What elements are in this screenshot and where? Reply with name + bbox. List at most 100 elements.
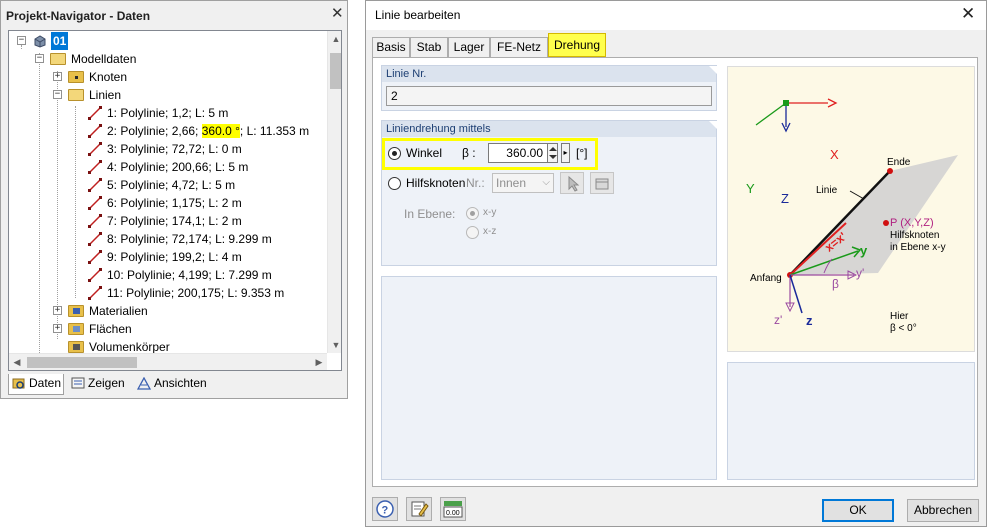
tab-stab[interactable]: Stab — [410, 37, 448, 57]
rotation-diagram: X Y Z Ende Linie P (X,Y,Z) Hilfsknoten i… — [727, 66, 975, 352]
project-navigator-panel: Projekt-Navigator - Daten ✕ − 01 − Model… — [0, 0, 348, 399]
spin-up-icon[interactable] — [549, 147, 557, 151]
units-button[interactable]: 0.00 — [440, 497, 466, 521]
nr-label: Nr.: — [466, 176, 485, 190]
line-number-field[interactable]: 2 — [386, 86, 712, 106]
polyline-icon — [88, 268, 102, 282]
pick-node-button[interactable] — [560, 172, 584, 194]
polyline-icon — [88, 250, 102, 264]
beta-pick-button[interactable]: ▸ — [561, 143, 570, 163]
folder-icon — [68, 341, 84, 353]
tab-drehung[interactable]: Drehung — [548, 33, 606, 57]
info-panel — [727, 362, 975, 480]
tree-horizontal-scrollbar[interactable]: ◀ ▶ — [9, 353, 327, 370]
beta-angle-label: β — [832, 277, 839, 291]
beta-input[interactable]: 360.00 — [488, 143, 548, 163]
winkel-label: Winkel — [406, 146, 443, 160]
scroll-down-icon[interactable]: ▼ — [328, 337, 341, 353]
decimal-icon: 0.00 — [443, 501, 463, 518]
rotation-diagram-svg — [755, 98, 958, 314]
tree-label: Flächen — [89, 322, 132, 336]
cursor-icon — [568, 175, 580, 192]
tab-fe-netz[interactable]: FE-Netz — [490, 37, 548, 57]
tree-vertical-scrollbar[interactable]: ▲ ▼ — [327, 31, 341, 353]
collapse-icon[interactable]: − — [17, 36, 26, 45]
tab-lager[interactable]: Lager — [448, 37, 490, 57]
edit-icon — [411, 501, 429, 517]
collapse-icon[interactable]: − — [35, 54, 44, 63]
tab-ansichten[interactable]: Ansichten — [134, 374, 214, 395]
liniendrehung-group: Liniendrehung mittels Winkel β : 360.00 … — [381, 120, 717, 266]
collapse-icon[interactable]: − — [53, 90, 62, 99]
axis-y-label: Y — [746, 181, 755, 196]
polyline-icon — [88, 232, 102, 246]
beta-spinner[interactable] — [547, 143, 558, 163]
tree-label: 6: Polylinie; 1,175; L: 2 m — [107, 196, 242, 210]
tree-label: 1: Polylinie; 1,2; L: 5 m — [107, 106, 229, 120]
scroll-thumb[interactable] — [27, 357, 137, 368]
scroll-right-icon[interactable]: ▶ — [311, 354, 327, 370]
polyline-icon — [88, 178, 102, 192]
folder-icon — [68, 305, 84, 317]
tree-label: 2: Polylinie; 2,66; 360.0 °; L: 11.353 m — [107, 124, 310, 138]
ende-label: Ende — [887, 157, 911, 168]
expand-icon[interactable]: + — [53, 324, 62, 333]
rotation-highlight: 360.0 ° — [201, 124, 240, 138]
new-node-button[interactable] — [590, 172, 614, 194]
scroll-thumb[interactable] — [330, 53, 341, 89]
scroll-up-icon[interactable]: ▲ — [328, 31, 341, 47]
axis-x-label: X — [830, 147, 839, 162]
tab-zeigen[interactable]: Zeigen — [68, 374, 130, 395]
anfang-label: Anfang — [750, 273, 782, 284]
hilfsknoten-label: Hilfsknoten — [406, 176, 466, 190]
folder-open-icon — [50, 53, 66, 65]
nr-select[interactable]: Innen ⌵ — [492, 173, 554, 193]
tree-label: 7: Polylinie; 174,1; L: 2 m — [107, 214, 242, 228]
ebene-xy-label: x-y — [483, 207, 497, 218]
polyline-icon — [88, 106, 102, 120]
spin-down-icon[interactable] — [549, 155, 557, 159]
edit-button[interactable] — [406, 497, 432, 521]
ebene-xz-label: x-z — [483, 226, 497, 237]
scroll-left-icon[interactable]: ◀ — [9, 354, 25, 370]
polyline-icon — [88, 196, 102, 210]
svg-text:0.00: 0.00 — [446, 510, 460, 517]
ebene-label: In Ebene: — [404, 207, 456, 221]
navigator-title: Projekt-Navigator - Daten — [6, 9, 151, 23]
hier-label: Hier — [890, 311, 909, 322]
nr-select-value: Innen — [496, 176, 527, 190]
tab-daten[interactable]: Daten — [8, 374, 64, 395]
expand-icon[interactable]: + — [53, 306, 62, 315]
cancel-button[interactable]: Abbrechen — [907, 499, 979, 522]
group-header: Liniendrehung mittels — [382, 121, 717, 137]
polyline-icon — [88, 142, 102, 156]
drehung-page: Linie Nr. 2 Liniendrehung mittels Winkel… — [372, 57, 978, 487]
ebene-xz-radio[interactable] — [466, 226, 479, 239]
expand-icon[interactable]: + — [53, 72, 62, 81]
help-icon: ? — [376, 500, 394, 518]
tab-basis[interactable]: Basis — [372, 37, 410, 57]
tree-label: Linien — [89, 88, 122, 102]
ok-button[interactable]: OK — [822, 499, 894, 522]
hilfsknoten-radio[interactable] — [388, 177, 401, 190]
navigator-close-icon[interactable]: ✕ — [331, 5, 344, 23]
chevron-down-icon: ⌵ — [542, 177, 550, 188]
local-y-label: y — [860, 243, 868, 258]
winkel-radio[interactable] — [388, 147, 401, 160]
polyline-icon — [88, 160, 102, 174]
tree-label: 5: Polylinie; 4,72; L: 5 m — [107, 178, 236, 192]
folder-icon — [68, 323, 84, 335]
new-item-icon — [595, 178, 609, 190]
views-icon — [137, 377, 151, 390]
tree-label: Knoten — [89, 70, 128, 84]
help-button[interactable]: ? — [372, 497, 398, 521]
tree-root-label: 01 — [51, 32, 69, 50]
beta-label: β : — [462, 146, 476, 160]
ebene-xy-radio[interactable] — [466, 207, 479, 220]
linie-nr-group: Linie Nr. 2 — [381, 65, 717, 111]
tree-label: 4: Polylinie; 200,66; L: 5 m — [107, 160, 249, 174]
dialog-close-icon[interactable]: ✕ — [961, 4, 975, 24]
tree-label: 10: Polylinie; 4,199; L: 7.299 m — [107, 268, 272, 282]
hilfsknoten-caption: Hilfsknoten — [890, 230, 940, 241]
tab-label: Daten — [29, 376, 62, 390]
